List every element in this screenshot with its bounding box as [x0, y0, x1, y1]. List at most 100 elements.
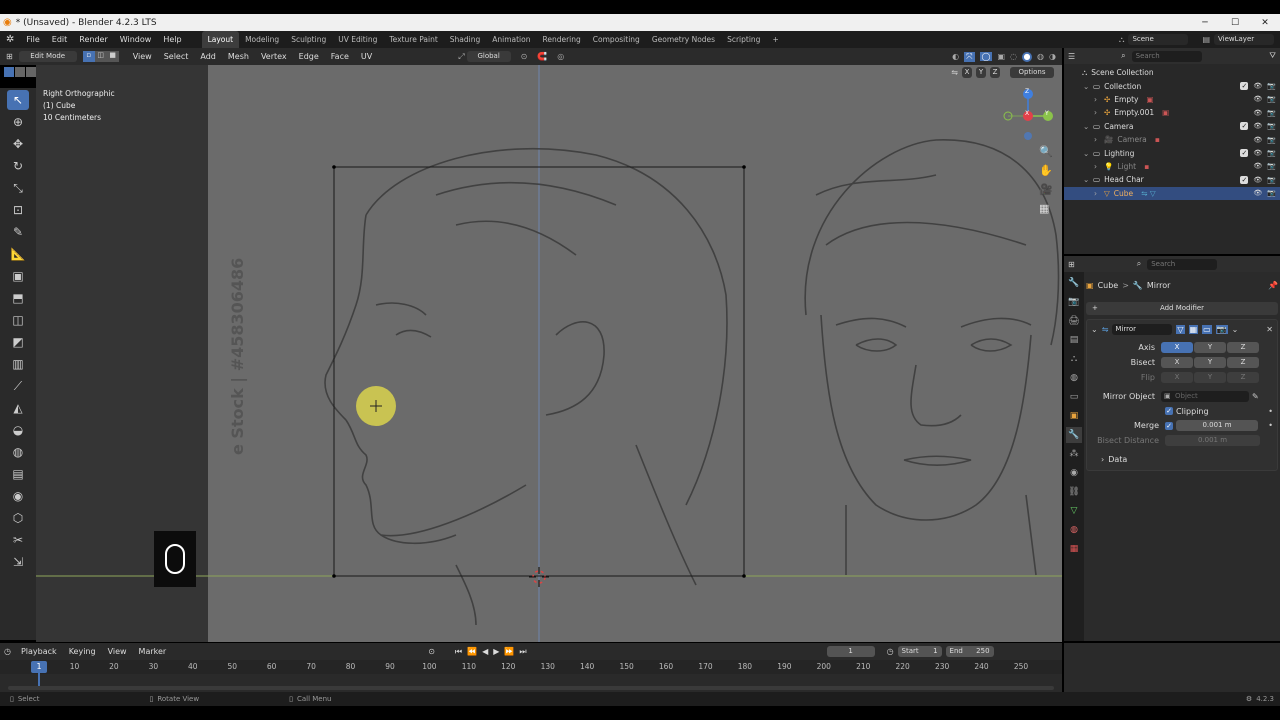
extrude-tool-icon[interactable]: ⬒: [7, 288, 29, 308]
select-mode-vertex-icon[interactable]: ▫: [82, 51, 95, 62]
modifier-tab-icon[interactable]: 🔧: [1066, 427, 1082, 443]
ortho-grid-icon[interactable]: ▦: [1039, 202, 1053, 215]
collection-exclude-checkbox[interactable]: ✓: [1240, 82, 1249, 91]
texture-tab-icon[interactable]: ▦: [1066, 541, 1082, 557]
render-toggle-icon[interactable]: 📷: [1215, 325, 1228, 334]
select-mode-face-icon[interactable]: ■: [106, 51, 119, 62]
merge-keyframe-icon[interactable]: •: [1268, 421, 1273, 430]
smooth-tool-icon[interactable]: ◍: [7, 442, 29, 462]
jump-keyframe-back-icon[interactable]: ⏪: [467, 647, 477, 656]
auto-key-icon[interactable]: ⊙: [428, 647, 435, 656]
camera-view-icon[interactable]: 🎥: [1039, 183, 1053, 196]
blender-menu-icon[interactable]: ✲: [0, 34, 20, 45]
outliner-editor-icon[interactable]: ☰: [1068, 52, 1075, 61]
visibility-eye-icon[interactable]: 👁: [1253, 82, 1262, 90]
expand-toggle-icon[interactable]: ⌄: [1083, 82, 1093, 91]
clipping-keyframe-icon[interactable]: •: [1268, 407, 1273, 416]
collection-tab-icon[interactable]: ▭: [1066, 389, 1082, 405]
viewport-menu-add[interactable]: Add: [194, 48, 222, 65]
expand-toggle-icon[interactable]: ›: [1094, 95, 1104, 104]
end-frame-field[interactable]: End 250: [945, 646, 994, 657]
physics-tab-icon[interactable]: ◉: [1066, 465, 1082, 481]
visibility-eye-icon[interactable]: 👁: [1253, 109, 1262, 117]
viewport-toggle-icon[interactable]: ▭: [1202, 325, 1212, 334]
select-box-tool-icon[interactable]: ↖: [7, 90, 29, 110]
mode-selector[interactable]: Edit Mode: [18, 51, 77, 62]
scene-selector[interactable]: Scene: [1128, 34, 1189, 45]
bisect-z-button[interactable]: Z: [1227, 357, 1259, 368]
edge-slide-tool-icon[interactable]: ▤: [7, 464, 29, 484]
maximize-button[interactable]: ☐: [1220, 18, 1250, 28]
collection-exclude-checkbox[interactable]: ✓: [1240, 175, 1249, 184]
current-frame-field[interactable]: 1: [826, 646, 875, 657]
pin-icon[interactable]: 📌: [1268, 281, 1278, 290]
render-camera-icon[interactable]: 📷: [1267, 176, 1276, 184]
select-mode-edge-icon[interactable]: ◫: [94, 51, 107, 62]
mirror-object-field[interactable]: ▣ Object: [1161, 391, 1249, 402]
add-workspace-button[interactable]: +: [766, 31, 784, 48]
merge-checkbox[interactable]: ✓: [1165, 421, 1173, 430]
menu-file[interactable]: File: [20, 31, 45, 48]
tab-shading[interactable]: Shading: [444, 31, 486, 48]
playhead-marker[interactable]: 1: [31, 661, 47, 673]
navigation-gizmo[interactable]: Z Y X: [998, 85, 1058, 145]
expand-toggle-icon[interactable]: ⌄: [1083, 175, 1093, 184]
modifier-name-field[interactable]: Mirror: [1112, 324, 1173, 335]
collection-exclude-checkbox[interactable]: ✓: [1240, 149, 1249, 158]
rendered-shading-icon[interactable]: ◑: [1049, 52, 1056, 61]
render-camera-icon[interactable]: 📷: [1267, 82, 1276, 90]
options-dropdown[interactable]: Options: [1010, 67, 1054, 78]
tab-compositing[interactable]: Compositing: [587, 31, 646, 48]
data-tab-icon[interactable]: ▽: [1066, 503, 1082, 519]
render-tab-icon[interactable]: 📷: [1066, 294, 1082, 310]
outliner-row-light[interactable]: › 💡 Light ▪ 👁 📷: [1064, 160, 1280, 173]
expand-toggle-icon[interactable]: ›: [1094, 108, 1104, 117]
outliner-filter-icon[interactable]: ⌕: [1121, 51, 1125, 61]
play-icon[interactable]: ▶: [493, 647, 499, 656]
outliner-row-head-char[interactable]: ⌄ ▭ Head Char ✓ 👁 📷: [1064, 173, 1280, 186]
render-camera-icon[interactable]: 📷: [1267, 95, 1276, 103]
push-pull-tool-icon[interactable]: ⇲: [7, 552, 29, 572]
material-shading-icon[interactable]: ◍: [1037, 52, 1044, 61]
visibility-eye-icon[interactable]: 👁: [1253, 189, 1262, 197]
properties-editor-icon[interactable]: ⊞: [1068, 260, 1075, 269]
render-camera-icon[interactable]: 📷: [1267, 136, 1276, 144]
viewport-menu-edge[interactable]: Edge: [293, 48, 325, 65]
viewport-menu-uv[interactable]: UV: [355, 48, 378, 65]
properties-search[interactable]: Search: [1147, 258, 1218, 270]
mirror-toggle-icon[interactable]: ⇋: [951, 68, 958, 77]
axis-x-toggle[interactable]: X: [962, 67, 972, 78]
viewport-menu-mesh[interactable]: Mesh: [222, 48, 255, 65]
output-tab-icon[interactable]: 🖨: [1066, 313, 1082, 329]
select-subtract-icon[interactable]: [26, 67, 36, 77]
expand-chevron-icon[interactable]: ›: [1091, 455, 1108, 464]
scale-tool-icon[interactable]: ⤡: [7, 178, 29, 198]
rip-tool-icon[interactable]: ✂: [7, 530, 29, 550]
tab-rendering[interactable]: Rendering: [536, 31, 586, 48]
bevel-tool-icon[interactable]: ◩: [7, 332, 29, 352]
eyedropper-icon[interactable]: ✎: [1252, 392, 1259, 401]
material-tab-icon[interactable]: ◍: [1066, 522, 1082, 538]
cursor-tool-icon[interactable]: ⊕: [7, 112, 29, 132]
particles-tab-icon[interactable]: ⁂: [1066, 446, 1082, 462]
tab-sculpting[interactable]: Sculpting: [285, 31, 332, 48]
timeline-menu-marker[interactable]: Marker: [133, 643, 173, 660]
object-tab-icon[interactable]: ▣: [1066, 408, 1082, 424]
timeline-menu-playback[interactable]: Playback: [15, 643, 63, 660]
visibility-eye-icon[interactable]: 👁: [1253, 149, 1262, 157]
outliner-search[interactable]: Search: [1131, 50, 1202, 62]
shrink-fatten-tool-icon[interactable]: ◉: [7, 486, 29, 506]
outliner-funnel-icon[interactable]: ⛛: [1269, 51, 1276, 61]
minimize-button[interactable]: ─: [1190, 18, 1220, 28]
tab-geometry-nodes[interactable]: Geometry Nodes: [646, 31, 721, 48]
jump-keyframe-forward-icon[interactable]: ⏩: [504, 647, 514, 656]
bisect-x-button[interactable]: X: [1161, 357, 1193, 368]
outliner-row-camera[interactable]: ⌄ ▭ Camera ✓ 👁 📷: [1064, 120, 1280, 133]
move-tool-icon[interactable]: ✥: [7, 134, 29, 154]
zoom-icon[interactable]: 🔍: [1039, 145, 1053, 158]
render-camera-icon[interactable]: 📷: [1267, 162, 1276, 170]
poly-build-tool-icon[interactable]: ◭: [7, 398, 29, 418]
collection-exclude-checkbox[interactable]: ✓: [1240, 122, 1249, 131]
jump-end-icon[interactable]: ⏭: [519, 647, 526, 657]
rotate-tool-icon[interactable]: ↻: [7, 156, 29, 176]
